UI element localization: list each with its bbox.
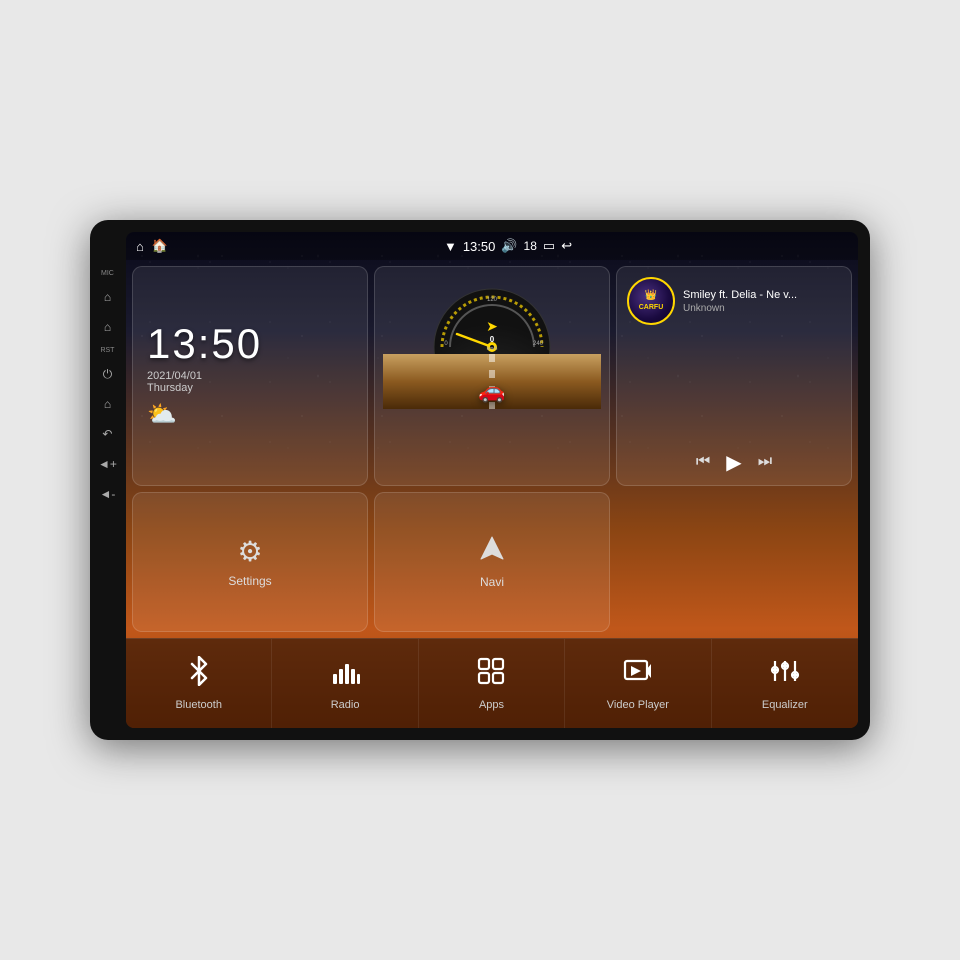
bluetooth-icon	[184, 656, 214, 693]
prev-btn[interactable]: ⏮	[696, 453, 710, 471]
bottom-item-apps[interactable]: Apps	[419, 639, 565, 728]
music-info: Smiley ft. Delia - Ne v... Unknown	[683, 289, 841, 314]
road-scene: 🚗	[383, 354, 601, 409]
status-time: 13:50	[463, 239, 496, 254]
speedometer-widget[interactable]: 0 120 240 ➤ 0 km/h	[374, 266, 610, 486]
weather-icon: ⛅	[147, 400, 177, 429]
power-side-btn[interactable]: ⏻	[103, 364, 113, 384]
svg-text:km/h: km/h	[487, 346, 498, 352]
main-content: 13:50 2021/04/01 Thursday ⛅	[126, 260, 858, 638]
album-art: 👑 CARFU	[627, 277, 675, 325]
apps-label: Apps	[479, 699, 504, 711]
clock-time: 13:50	[147, 323, 353, 365]
vol-down-btn[interactable]: ◄-	[100, 484, 116, 504]
album-art-inner: 👑 CARFU	[639, 290, 664, 312]
clock-day: Thursday	[147, 382, 353, 394]
svg-text:120: 120	[487, 297, 498, 303]
home-side-btn[interactable]: ⌂	[104, 287, 111, 307]
wifi-icon: ▼	[444, 239, 457, 254]
apps-icon	[476, 656, 506, 693]
svg-text:0: 0	[490, 335, 495, 344]
vol-up-btn[interactable]: ◄+	[98, 454, 117, 474]
volume-icon: 🔊	[501, 238, 517, 254]
music-title: Smiley ft. Delia - Ne v...	[683, 289, 841, 301]
bottom-item-equalizer[interactable]: Equalizer	[712, 639, 858, 728]
navi-icon	[478, 534, 506, 569]
home-icon[interactable]: ⌂	[136, 239, 144, 254]
rst-label: RST	[100, 347, 114, 354]
settings-widget[interactable]: ⚙ Settings	[132, 492, 368, 633]
video-icon	[623, 656, 653, 693]
bottom-bar: Bluetooth Radio	[126, 638, 858, 728]
home3-side-btn[interactable]: ⌂	[104, 394, 111, 414]
video-label: Video Player	[607, 699, 669, 711]
house-icon[interactable]: 🏠	[152, 238, 168, 254]
battery-icon: ▭	[543, 238, 555, 254]
settings-icon: ⚙	[237, 535, 262, 568]
bluetooth-label: Bluetooth	[175, 699, 221, 711]
music-controls: ⏮ ▶ ⏭	[627, 450, 841, 475]
screen: ⌂ 🏠 ▼ 13:50 🔊 18 ▭ ↩ 13:50 2021/04/01 Th…	[126, 232, 858, 728]
clock-widget[interactable]: 13:50 2021/04/01 Thursday ⛅	[132, 266, 368, 486]
play-btn[interactable]: ▶	[726, 450, 741, 475]
speedo-container: 0 120 240 ➤ 0 km/h	[383, 275, 601, 477]
mic-label: MIC	[101, 270, 114, 277]
speedo-gauge-svg: 0 120 240 ➤ 0 km/h	[432, 279, 552, 354]
navi-label: Navi	[480, 575, 504, 589]
volume-level: 18	[524, 239, 537, 253]
radio-icon	[330, 656, 360, 693]
bottom-item-radio[interactable]: Radio	[272, 639, 418, 728]
equalizer-icon	[770, 656, 800, 693]
clock-date: 2021/04/01	[147, 370, 353, 382]
radio-label: Radio	[331, 699, 360, 711]
music-widget[interactable]: 👑 CARFU Smiley ft. Delia - Ne v... Unkno…	[616, 266, 852, 486]
settings-label: Settings	[228, 574, 271, 588]
svg-text:240: 240	[533, 341, 544, 347]
status-bar: ⌂ 🏠 ▼ 13:50 🔊 18 ▭ ↩	[126, 232, 858, 260]
back-side-btn[interactable]: ↶	[102, 424, 112, 444]
home2-side-btn[interactable]: ⌂	[104, 317, 111, 337]
equalizer-label: Equalizer	[762, 699, 808, 711]
road-bg: 🚗	[383, 354, 601, 409]
weather-section: ⛅	[147, 400, 353, 429]
bottom-item-bluetooth[interactable]: Bluetooth	[126, 639, 272, 728]
status-left: ⌂ 🏠	[136, 238, 168, 254]
back-icon[interactable]: ↩	[561, 238, 572, 254]
side-buttons: MIC ⌂ ⌂ RST ⏻ ⌂ ↶ ◄+ ◄-	[98, 270, 117, 504]
next-btn[interactable]: ⏭	[758, 453, 772, 471]
car-icon: 🚗	[478, 378, 505, 404]
music-top: 👑 CARFU Smiley ft. Delia - Ne v... Unkno…	[627, 277, 841, 325]
bottom-item-video[interactable]: Video Player	[565, 639, 711, 728]
music-artist: Unknown	[683, 303, 841, 314]
navi-widget[interactable]: Navi	[374, 492, 610, 633]
album-label: CARFU	[639, 304, 664, 311]
svg-text:➤: ➤	[486, 318, 498, 334]
album-crown: 👑	[639, 290, 664, 301]
device-outer: MIC ⌂ ⌂ RST ⏻ ⌂ ↶ ◄+ ◄- ⌂ 🏠 ▼ 13:50 🔊 18…	[90, 220, 870, 740]
status-center: ▼ 13:50 🔊 18 ▭ ↩	[444, 238, 572, 254]
